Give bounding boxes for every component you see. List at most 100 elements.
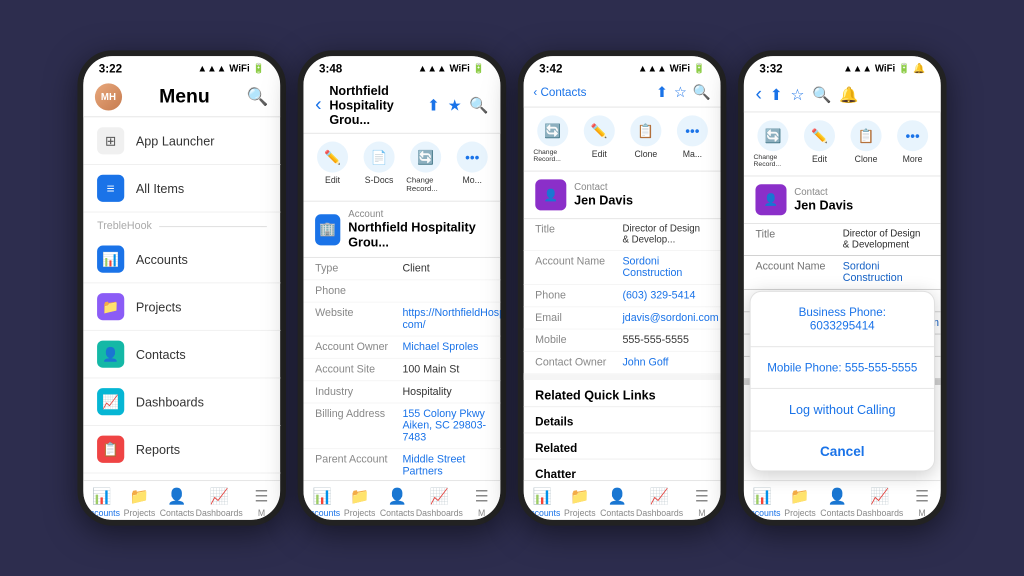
status-bar-3: 3:42 ▲▲▲ WiFi 🔋 xyxy=(524,56,721,79)
tab-contacts-4[interactable]: 👤 Contacts xyxy=(819,487,856,518)
tab-accounts-1[interactable]: 📊 Accounts xyxy=(83,487,120,518)
tab-dashboards-label-4: Dashboards xyxy=(856,508,903,518)
tab-accounts-label-3: Accounts xyxy=(524,508,560,518)
contact-action-buttons-4: 🔄 Change Record... ✏️ Edit 📋 Clone ••• M… xyxy=(744,112,941,176)
tab-more-2[interactable]: ☰ M xyxy=(463,487,500,518)
menu-item-contacts[interactable]: 👤 Contacts xyxy=(83,331,280,379)
tab-accounts-3[interactable]: 📊 Accounts xyxy=(524,487,561,518)
more-icon-4: ••• xyxy=(897,120,928,151)
tab-dashboards-4[interactable]: 📈 Dashboards xyxy=(856,487,903,518)
tab-dashboards-2[interactable]: 📈 Dashboards xyxy=(416,487,463,518)
tab-more-3[interactable]: ☰ M xyxy=(683,487,720,518)
menu-item-all-items[interactable]: ≡ All Items xyxy=(83,165,280,213)
menu-item-reports[interactable]: 📋 Reports xyxy=(83,426,280,474)
time-1: 3:22 xyxy=(99,62,122,76)
change-record-button-3[interactable]: 🔄 Change Record... xyxy=(533,115,572,163)
popup-log-without-calling[interactable]: Log without Calling xyxy=(751,389,934,432)
edit-button-3[interactable]: ✏️ Edit xyxy=(580,115,619,163)
tab-projects-4[interactable]: 📁 Projects xyxy=(781,487,818,518)
more-button-4[interactable]: ••• More xyxy=(893,120,932,168)
popup-business-phone[interactable]: Business Phone: 6033295414 xyxy=(751,292,934,347)
popup-cancel-button[interactable]: Cancel xyxy=(751,432,934,471)
share-icon-2[interactable]: ⬆ xyxy=(427,95,440,114)
all-items-label: All Items xyxy=(136,181,184,196)
menu-item-app-launcher[interactable]: ⊞ App Launcher xyxy=(83,117,280,165)
more-button-3[interactable]: ••• Ma... xyxy=(673,115,712,163)
field-parent: Parent Account Middle Street Partners xyxy=(303,449,500,480)
menu-scroll[interactable]: ⊞ App Launcher ≡ All Items TrebleHook 📊 … xyxy=(83,117,280,480)
contact-record-header-3: 👤 Contact Jen Davis xyxy=(524,172,721,220)
tab-dashboards-1[interactable]: 📈 Dashboards xyxy=(196,487,243,518)
tab-projects-label-2: Projects xyxy=(344,508,376,518)
tab-dashboards-3[interactable]: 📈 Dashboards xyxy=(636,487,683,518)
account-scroll[interactable]: Type Client Phone Website https://Northf… xyxy=(303,258,500,480)
value-owner[interactable]: Michael Sproles xyxy=(402,341,488,353)
value-email-3[interactable]: jdavis@sordoni.com xyxy=(623,312,719,324)
menu-item-projects[interactable]: 📁 Projects xyxy=(83,283,280,331)
tab-accounts-4[interactable]: 📊 Accounts xyxy=(744,487,781,518)
more-label-4: More xyxy=(903,154,923,164)
back-button-4[interactable]: ‹ xyxy=(755,83,761,105)
account-record-icon: 🏢 xyxy=(315,214,340,245)
back-link-3[interactable]: ‹ Contacts xyxy=(533,85,586,99)
more-button-2[interactable]: ••• Mo... xyxy=(453,142,492,193)
contact-scroll-3[interactable]: Title Director of Design & Develop... Ac… xyxy=(524,219,721,480)
value-phone-3[interactable]: (603) 329-5414 xyxy=(623,290,709,302)
status-icons-4: ▲▲▲ WiFi 🔋 🔔 xyxy=(843,63,925,74)
sdocs-label: S-Docs xyxy=(365,175,394,185)
value-billing[interactable]: 155 Colony Pkwy Aiken, SC 29803-7483 xyxy=(402,408,488,443)
status-bar-1: 3:22 ▲▲▲ WiFi 🔋 xyxy=(83,56,280,79)
label-industry: Industry xyxy=(315,386,402,398)
menu-item-dashboards[interactable]: 📈 Dashboards xyxy=(83,378,280,426)
value-account-4[interactable]: Sordoni Construction xyxy=(843,261,929,284)
tab-accounts-2[interactable]: 📊 Accounts xyxy=(303,487,340,518)
account-nav-title: Northfield Hospitality Grou... xyxy=(329,83,419,127)
dashboards-icon: 📈 xyxy=(97,388,124,415)
menu-item-tasks[interactable]: ✓ Tasks xyxy=(83,473,280,480)
sdocs-button[interactable]: 📄 S-Docs xyxy=(360,142,399,193)
search-icon-3[interactable]: 🔍 xyxy=(693,83,711,100)
tab-accounts-label-4: Accounts xyxy=(745,508,781,518)
avatar[interactable]: MH xyxy=(95,83,122,110)
tab-projects-3[interactable]: 📁 Projects xyxy=(561,487,598,518)
tab-contacts-icon-1: 👤 xyxy=(167,487,186,506)
tab-contacts-3[interactable]: 👤 Contacts xyxy=(599,487,636,518)
clone-button-4[interactable]: 📋 Clone xyxy=(847,120,886,168)
account-record-type: Account xyxy=(348,209,488,220)
field-phone-3: Phone (603) 329-5414 xyxy=(524,285,721,307)
field-phone: Phone xyxy=(303,280,500,302)
change-record-button-2[interactable]: 🔄 Change Record... xyxy=(406,142,445,193)
popup-mobile-phone[interactable]: Mobile Phone: 555-555-5555 xyxy=(751,347,934,389)
edit-button-4[interactable]: ✏️ Edit xyxy=(800,120,839,168)
search-icon-1[interactable]: 🔍 xyxy=(247,87,269,107)
tab-projects-1[interactable]: 📁 Projects xyxy=(121,487,158,518)
star-icon-2[interactable]: ★ xyxy=(448,95,462,114)
star-icon-4[interactable]: ☆ xyxy=(790,85,804,104)
search-icon-4[interactable]: 🔍 xyxy=(812,85,831,104)
tab-projects-2[interactable]: 📁 Projects xyxy=(341,487,378,518)
menu-item-accounts[interactable]: 📊 Accounts xyxy=(83,236,280,284)
share-icon-4[interactable]: ⬆ xyxy=(770,85,783,104)
tab-projects-label-4: Projects xyxy=(784,508,816,518)
tab-contacts-icon-2: 👤 xyxy=(387,487,406,506)
value-website[interactable]: https://NorthfieldHospitalityGn com/ xyxy=(402,307,500,330)
value-account-3[interactable]: Sordoni Construction xyxy=(623,256,709,279)
value-contact-owner-3[interactable]: John Goff xyxy=(623,357,709,369)
value-parent[interactable]: Middle Street Partners xyxy=(402,454,488,477)
clone-button-3[interactable]: 📋 Clone xyxy=(626,115,665,163)
tab-more-4[interactable]: ☰ M xyxy=(903,487,940,518)
star-icon-3[interactable]: ☆ xyxy=(674,83,687,100)
search-icon-2[interactable]: 🔍 xyxy=(469,95,488,114)
back-button-2[interactable]: ‹ xyxy=(315,94,321,116)
tab-contacts-1[interactable]: 👤 Contacts xyxy=(158,487,195,518)
change-record-button-4[interactable]: 🔄 Change Record... xyxy=(754,120,793,168)
edit-button-2[interactable]: ✏️ Edit xyxy=(313,142,352,193)
tab-contacts-2[interactable]: 👤 Contacts xyxy=(378,487,415,518)
contact-nav-3: ‹ Contacts ⬆ ☆ 🔍 xyxy=(524,79,721,107)
label-account-4: Account Name xyxy=(755,261,842,284)
bell-nav-icon-4[interactable]: 🔔 xyxy=(839,85,858,104)
app-launcher-icon: ⊞ xyxy=(97,127,124,154)
share-icon-3[interactable]: ⬆ xyxy=(656,83,668,100)
projects-label: Projects xyxy=(136,299,182,314)
tab-more-1[interactable]: ☰ M xyxy=(243,487,280,518)
